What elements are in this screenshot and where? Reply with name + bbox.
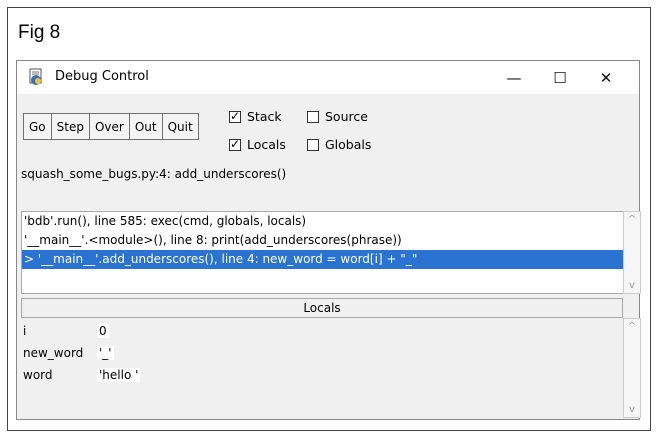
stack-frame[interactable]: 'bdb'.run(), line 585: exec(cmd, globals…: [22, 212, 623, 231]
stack-scrollbar[interactable]: ^ v: [623, 211, 641, 294]
stack-frame[interactable]: '__main__'.<module>(), line 8: print(add…: [22, 231, 623, 250]
locals-checkbox[interactable]: Locals: [229, 137, 286, 152]
source-checkbox-box[interactable]: [307, 110, 319, 123]
source-checkbox-label: Source: [325, 109, 368, 124]
debug-control-window: Debug Control — ☐ ✕ Go Step Over Out Qui…: [16, 60, 641, 420]
locals-checkbox-label: Locals: [247, 137, 286, 152]
stack-checkbox[interactable]: Stack: [229, 109, 282, 124]
figure-label: Fig 8: [18, 22, 61, 43]
quit-button[interactable]: Quit: [161, 113, 199, 140]
stack-checkbox-box[interactable]: [229, 109, 241, 123]
scroll-up-icon[interactable]: ^: [624, 214, 640, 225]
stack-frame[interactable]: > '__main__'.add_underscores(), line 4: …: [22, 250, 623, 269]
scroll-down-icon[interactable]: v: [624, 404, 640, 415]
stack-list[interactable]: 'bdb'.run(), line 585: exec(cmd, globals…: [21, 211, 623, 294]
go-button[interactable]: Go: [23, 113, 52, 140]
source-checkbox[interactable]: Source: [307, 109, 368, 124]
locals-header: Locals: [21, 298, 623, 318]
status-line: squash_some_bugs.py:4: add_underscores(): [21, 167, 287, 181]
locals-list: i 0 new_word '_' word 'hello ': [21, 318, 623, 418]
out-button[interactable]: Out: [128, 113, 163, 140]
local-variable-row: new_word '_': [21, 344, 623, 364]
locals-scrollbar[interactable]: ^ v: [623, 318, 641, 418]
variable-value: 'hello ': [97, 368, 141, 382]
variable-value: '_': [97, 346, 114, 360]
scroll-up-icon[interactable]: ^: [624, 321, 640, 332]
debug-toolbar: Go Step Over Out Quit: [23, 113, 199, 140]
globals-checkbox[interactable]: Globals: [307, 137, 371, 152]
python-debugger-icon: [29, 68, 42, 85]
step-button[interactable]: Step: [50, 113, 90, 140]
variable-name: new_word: [23, 346, 84, 360]
globals-checkbox-box[interactable]: [307, 138, 319, 151]
variable-name: word: [23, 368, 53, 382]
variable-value: 0: [97, 324, 109, 338]
globals-checkbox-label: Globals: [325, 137, 372, 152]
stack-checkbox-label: Stack: [247, 109, 282, 124]
local-variable-row: i 0: [21, 322, 623, 342]
over-button[interactable]: Over: [88, 113, 130, 140]
window-title: Debug Control: [55, 69, 149, 84]
maximize-button[interactable]: ☐: [537, 61, 583, 94]
title-bar: Debug Control — ☐ ✕: [17, 61, 639, 94]
variable-name: i: [23, 324, 27, 338]
scroll-down-icon[interactable]: v: [624, 280, 640, 291]
local-variable-row: word 'hello ': [21, 366, 623, 386]
minimize-button[interactable]: —: [491, 61, 537, 94]
close-button[interactable]: ✕: [583, 61, 629, 94]
locals-checkbox-box[interactable]: [229, 137, 241, 151]
